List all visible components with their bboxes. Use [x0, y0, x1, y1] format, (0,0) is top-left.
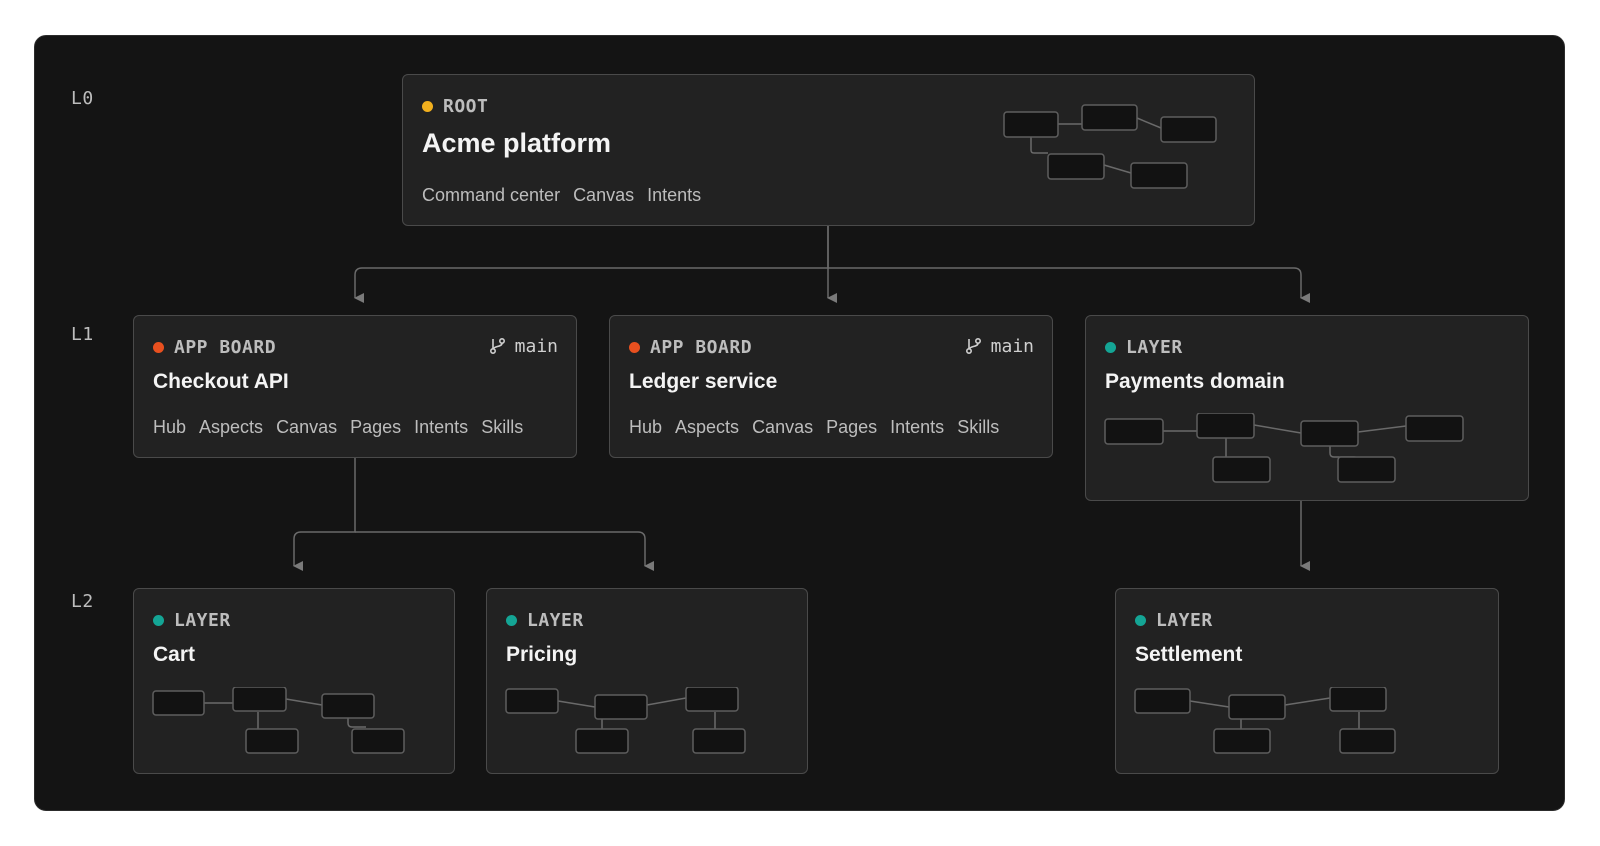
- link-aspects[interactable]: Aspects: [675, 417, 739, 438]
- node-type-tag: LAYER: [153, 609, 231, 631]
- mini-graph: [1104, 413, 1464, 483]
- node-payments-domain[interactable]: LAYER Payments domain: [1085, 315, 1529, 501]
- node-type-tag: LAYER: [1105, 336, 1183, 358]
- node-ledger-service[interactable]: APP BOARD main Ledger service Hub Aspect…: [609, 315, 1053, 458]
- node-pricing[interactable]: LAYER Pricing: [486, 588, 808, 774]
- node-links: Command center Canvas Intents: [422, 185, 701, 206]
- node-type-label: LAYER: [1156, 609, 1213, 631]
- node-type-tag: ROOT: [422, 95, 489, 117]
- link-hub[interactable]: Hub: [153, 417, 186, 438]
- mini-graph: [505, 687, 746, 754]
- link-aspects[interactable]: Aspects: [199, 417, 263, 438]
- link-skills[interactable]: Skills: [481, 417, 523, 438]
- link-intents[interactable]: Intents: [890, 417, 944, 438]
- link-intents[interactable]: Intents: [414, 417, 468, 438]
- branch-indicator[interactable]: main: [965, 335, 1034, 357]
- node-checkout-api[interactable]: APP BOARD main Checkout API Hub Aspects …: [133, 315, 577, 458]
- node-type-tag: APP BOARD: [629, 336, 753, 358]
- node-type-label: ROOT: [443, 95, 489, 117]
- node-title: Acme platform: [422, 128, 612, 158]
- node-type-label: LAYER: [174, 609, 231, 631]
- level-label-l2: L2: [71, 591, 94, 612]
- link-canvas[interactable]: Canvas: [573, 185, 634, 206]
- status-dot: [629, 341, 640, 353]
- status-dot: [506, 614, 517, 626]
- status-dot: [1135, 614, 1146, 626]
- status-dot: [1105, 341, 1116, 353]
- node-title: Ledger service: [629, 370, 778, 393]
- node-root-acme-platform[interactable]: ROOT Acme platform Command center Canvas…: [402, 74, 1255, 226]
- mini-graph: [1134, 687, 1396, 754]
- node-title: Payments domain: [1105, 370, 1285, 393]
- node-type-tag: LAYER: [506, 609, 584, 631]
- link-skills[interactable]: Skills: [957, 417, 999, 438]
- status-dot: [153, 341, 164, 353]
- node-title: Cart: [153, 643, 196, 666]
- level-label-l0: L0: [71, 88, 94, 109]
- branch-indicator[interactable]: main: [489, 335, 558, 357]
- git-branch-icon: [489, 337, 505, 355]
- node-title: Pricing: [506, 643, 578, 666]
- branch-name: main: [990, 335, 1034, 357]
- node-cart[interactable]: LAYER Cart: [133, 588, 455, 774]
- node-type-label: APP BOARD: [174, 336, 277, 358]
- node-type-label: APP BOARD: [650, 336, 753, 358]
- status-dot: [422, 100, 433, 112]
- link-canvas[interactable]: Canvas: [752, 417, 813, 438]
- node-type-tag: APP BOARD: [153, 336, 277, 358]
- mini-graph: [1003, 104, 1217, 189]
- node-links: Hub Aspects Canvas Pages Intents Skills: [629, 417, 999, 438]
- mini-graph: [152, 687, 405, 754]
- link-pages[interactable]: Pages: [826, 417, 877, 438]
- node-title: Checkout API: [153, 370, 289, 393]
- status-dot: [153, 614, 164, 626]
- level-label-l1: L1: [71, 324, 94, 345]
- link-pages[interactable]: Pages: [350, 417, 401, 438]
- node-settlement[interactable]: LAYER Settlement: [1115, 588, 1499, 774]
- link-command-center[interactable]: Command center: [422, 185, 560, 206]
- node-type-label: LAYER: [527, 609, 584, 631]
- branch-name: main: [514, 335, 558, 357]
- git-branch-icon: [965, 337, 981, 355]
- node-title: Settlement: [1135, 643, 1243, 666]
- node-type-label: LAYER: [1126, 336, 1183, 358]
- node-type-tag: LAYER: [1135, 609, 1213, 631]
- link-hub[interactable]: Hub: [629, 417, 662, 438]
- link-intents[interactable]: Intents: [647, 185, 701, 206]
- node-links: Hub Aspects Canvas Pages Intents Skills: [153, 417, 523, 438]
- link-canvas[interactable]: Canvas: [276, 417, 337, 438]
